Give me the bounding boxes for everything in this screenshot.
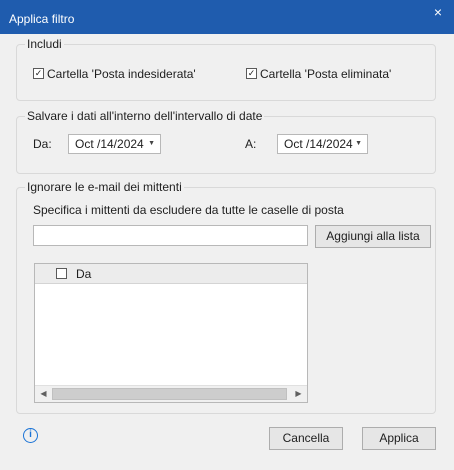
- scroll-left-icon[interactable]: ◀: [35, 386, 52, 402]
- to-date-picker[interactable]: Oct /14/2024 ▼: [277, 134, 368, 154]
- deleted-folder-label: Cartella 'Posta eliminata': [260, 67, 392, 81]
- include-group-legend: Includi: [25, 37, 64, 51]
- date-range-group: Salvare i dati all'interno dell'interval…: [16, 109, 436, 174]
- junk-folder-label: Cartella 'Posta indesiderata': [47, 67, 196, 81]
- apply-button[interactable]: Applica: [362, 427, 436, 450]
- close-icon[interactable]: ×: [428, 4, 448, 20]
- horizontal-scrollbar[interactable]: ◀ ▶: [35, 385, 307, 402]
- scroll-right-icon[interactable]: ▶: [290, 386, 307, 402]
- title-bar: Applica filtro ×: [0, 0, 454, 34]
- excluded-senders-list[interactable]: Da ◀ ▶: [34, 263, 308, 403]
- ignore-senders-group: Ignorare le e-mail dei mittenti Specific…: [16, 180, 436, 414]
- from-date-value: Oct /14/2024: [75, 137, 144, 151]
- chevron-down-icon: ▼: [148, 140, 155, 147]
- date-range-legend: Salvare i dati all'interno dell'interval…: [25, 109, 265, 123]
- sender-input[interactable]: [33, 225, 308, 246]
- info-icon[interactable]: i: [23, 428, 38, 443]
- include-group: Includi ✓ Cartella 'Posta indesiderata' …: [16, 37, 436, 101]
- to-date-label: A:: [245, 137, 257, 151]
- select-all-checkbox[interactable]: [56, 268, 67, 279]
- add-to-list-button[interactable]: Aggiungi alla lista: [315, 225, 431, 248]
- to-date-value: Oct /14/2024: [284, 137, 353, 151]
- chevron-down-icon: ▼: [355, 140, 362, 147]
- from-date-picker[interactable]: Oct /14/2024 ▼: [68, 134, 161, 154]
- list-header: Da: [35, 264, 307, 284]
- scrollbar-thumb[interactable]: [52, 388, 287, 400]
- from-date-label: Da:: [33, 137, 52, 151]
- junk-folder-checkbox[interactable]: ✓: [33, 68, 44, 79]
- ignore-senders-instruction: Specifica i mittenti da escludere da tut…: [33, 203, 344, 217]
- window-title: Applica filtro: [9, 12, 75, 26]
- deleted-folder-checkbox[interactable]: ✓: [246, 68, 257, 79]
- cancel-button[interactable]: Cancella: [269, 427, 343, 450]
- ignore-senders-legend: Ignorare le e-mail dei mittenti: [25, 180, 184, 194]
- list-header-from: Da: [76, 267, 92, 281]
